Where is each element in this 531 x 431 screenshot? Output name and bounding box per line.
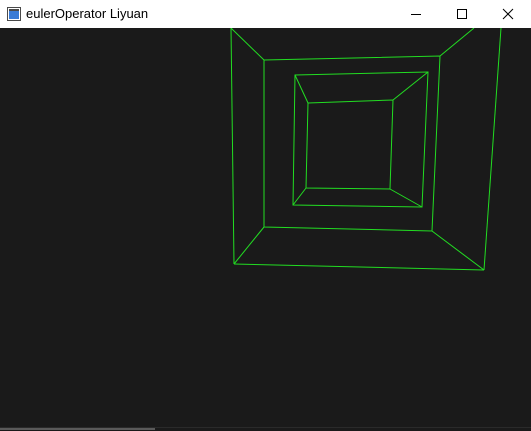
outer-frame-left-edge (230, 28, 235, 265)
inner-frame (292, 71, 429, 208)
render-viewport[interactable] (0, 28, 531, 427)
connector-top-right (439, 28, 475, 57)
connector-top-left (230, 28, 265, 61)
outer-frame-bottom-edge (233, 263, 485, 271)
outer-frame-right-edge (483, 28, 502, 271)
window-title: eulerOperator Liyuan (26, 6, 149, 21)
wireframe-model (230, 28, 502, 271)
close-icon (502, 8, 514, 20)
app-window-icon (7, 7, 21, 21)
close-button[interactable] (485, 0, 531, 28)
connector-inner-bottom-left (292, 187, 307, 206)
innermost-frame (305, 99, 394, 190)
connector-inner-top-left (294, 74, 309, 104)
title-bar[interactable]: eulerOperator Liyuan (0, 0, 531, 28)
bottom-edge-segment (0, 428, 155, 430)
connector-bottom-left (233, 226, 265, 265)
window-controls (393, 0, 531, 28)
maximize-button[interactable] (439, 0, 485, 28)
middle-frame (263, 55, 441, 232)
minimize-icon (411, 14, 421, 15)
window-bottom-edge (0, 427, 531, 431)
app-window: eulerOperator Liyuan (0, 0, 531, 431)
minimize-button[interactable] (393, 0, 439, 28)
maximize-icon (457, 9, 467, 19)
connector-bottom-right (431, 230, 485, 271)
wireframe-edges (230, 28, 502, 271)
connector-inner-top-right (392, 71, 429, 101)
connector-inner-bottom-right (389, 188, 423, 208)
